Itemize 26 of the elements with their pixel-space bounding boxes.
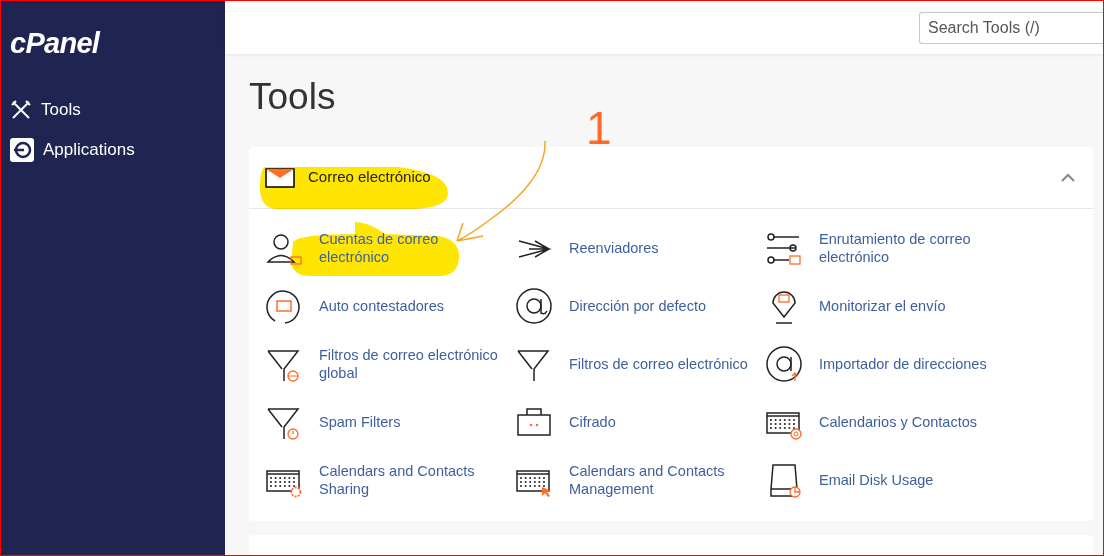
tool-link[interactable]: Calendars and Contacts Management <box>515 451 765 509</box>
tools-icon <box>10 99 32 121</box>
tool-link[interactable]: Cuentas de correo electrónico <box>265 219 515 277</box>
tool-link[interactable]: Spam Filters <box>265 393 515 451</box>
at-sign-icon <box>515 287 553 325</box>
sidebar-link[interactable]: Tools <box>10 90 216 130</box>
tool-link[interactable]: Cifrado <box>515 393 765 451</box>
envelope-icon <box>265 167 295 188</box>
tool-link[interactable]: Reenviadores <box>515 219 765 277</box>
mail-reply-icon <box>265 287 303 325</box>
tool-link[interactable]: Dirección por defecto <box>515 277 765 335</box>
tool-link[interactable]: Enrutamiento de correo electrónico <box>765 219 1015 277</box>
tool-link[interactable]: Calendarios y Contactos <box>765 393 1015 451</box>
page-title: Tools <box>249 75 337 119</box>
tool-link[interactable]: Calendars and Contacts Sharing <box>265 451 515 509</box>
tool-link[interactable]: Importador de direcciones <box>765 335 1015 393</box>
sidebar-link[interactable]: Applications <box>10 130 216 170</box>
tool-link[interactable]: Filtros de correo electrónico <box>515 335 765 393</box>
tool-link[interactable]: Filtros de correo electrónico global <box>265 335 515 393</box>
at-sign-upload-icon <box>765 345 803 383</box>
cpanel-logo[interactable]: cPanel <box>10 29 100 58</box>
tool-link[interactable]: Monitorizar el envío <box>765 277 1015 335</box>
tool-link[interactable]: Email Disk Usage <box>765 451 1015 509</box>
applications-icon <box>10 138 34 162</box>
search-field[interactable]: Search Tools (/) <box>919 11 1103 44</box>
tool-link[interactable]: Auto contestadores <box>265 277 515 335</box>
